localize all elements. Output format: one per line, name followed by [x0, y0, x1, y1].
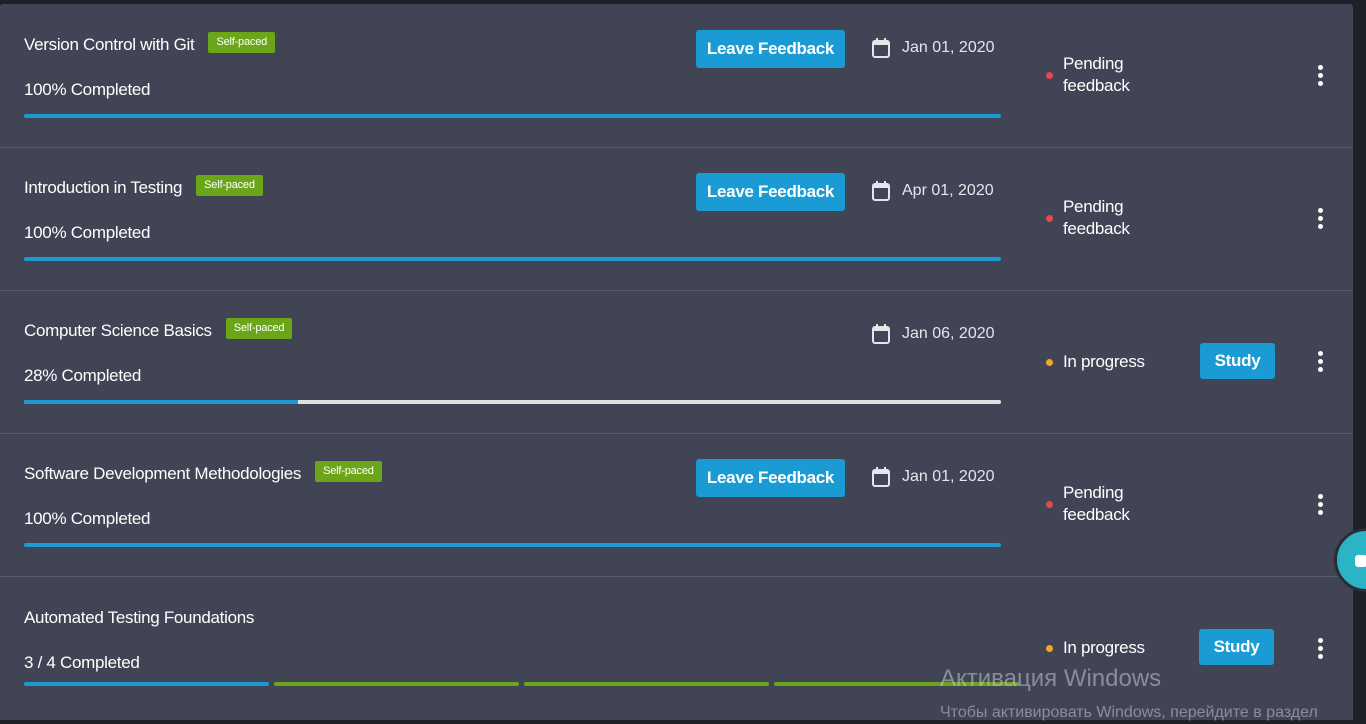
more-vertical-icon[interactable] — [1310, 633, 1330, 663]
progress-segment — [774, 682, 1019, 686]
calendar-icon — [872, 38, 890, 58]
progress-bar — [24, 400, 1001, 404]
date-text: Apr 01, 2020 — [902, 182, 994, 199]
progress-bar — [24, 114, 1001, 118]
segmented-progress-bar — [24, 682, 1024, 687]
date-text: Jan 06, 2020 — [902, 325, 995, 342]
leave-feedback-button[interactable]: Leave Feedback — [696, 30, 845, 68]
status-line: feedback — [1063, 505, 1130, 524]
progress-segment — [24, 682, 269, 686]
more-vertical-icon[interactable] — [1310, 203, 1330, 233]
course-title-line: Version Control with Git Self-paced — [24, 32, 276, 55]
course-date: Jan 01, 2020 — [872, 467, 995, 487]
course-row: Introduction in Testing Self-paced 100% … — [0, 147, 1353, 291]
self-paced-badge: Self-paced — [315, 461, 382, 482]
more-vertical-icon[interactable] — [1310, 60, 1330, 90]
status-dot — [1046, 500, 1053, 508]
course-date: Jan 01, 2020 — [872, 38, 995, 58]
course-date: Jan 06, 2020 — [872, 324, 995, 344]
course-date: Apr 01, 2020 — [872, 181, 994, 201]
progress-text: 100% Completed — [24, 509, 151, 528]
more-vertical-icon[interactable] — [1310, 346, 1330, 376]
status-line: feedback — [1063, 76, 1130, 95]
course-title[interactable]: Software Development Methodologies — [24, 464, 301, 484]
course-status: In progress — [1046, 637, 1145, 659]
progress-bar — [24, 543, 1001, 547]
course-list: Version Control with Git Self-paced 100%… — [0, 4, 1353, 720]
course-title[interactable]: Automated Testing Foundations — [24, 608, 254, 628]
date-text: Jan 01, 2020 — [902, 468, 995, 485]
status-line: Pending — [1063, 483, 1124, 502]
course-status: Pending feedback — [1046, 196, 1130, 240]
study-button[interactable]: Study — [1199, 629, 1274, 665]
status-dot — [1046, 214, 1053, 222]
status-line: Pending — [1063, 197, 1124, 216]
course-title[interactable]: Version Control with Git — [24, 35, 195, 55]
progress-segment — [274, 682, 519, 686]
course-row: Software Development Methodologies Self-… — [0, 433, 1353, 577]
status-line: In progress — [1063, 638, 1145, 657]
course-title-line: Automated Testing Foundations — [24, 608, 254, 628]
progress-text: 28% Completed — [24, 366, 142, 385]
progress-bar-fill — [24, 400, 298, 404]
status-dot — [1046, 71, 1053, 79]
course-title[interactable]: Introduction in Testing — [24, 178, 182, 198]
self-paced-badge: Self-paced — [225, 318, 293, 339]
calendar-icon — [872, 467, 890, 487]
self-paced-badge: Self-paced — [208, 32, 276, 53]
leave-feedback-button[interactable]: Leave Feedback — [696, 173, 845, 211]
progress-text: 3 / 4 Completed — [24, 653, 140, 672]
status-dot — [1046, 644, 1053, 652]
calendar-icon — [872, 324, 890, 344]
more-vertical-icon[interactable] — [1310, 489, 1330, 519]
progress-text: 100% Completed — [24, 80, 151, 99]
course-title-line: Software Development Methodologies Self-… — [24, 461, 382, 484]
date-text: Jan 01, 2020 — [902, 39, 995, 56]
study-button[interactable]: Study — [1200, 343, 1275, 379]
status-line: Pending — [1063, 54, 1124, 73]
leave-feedback-button[interactable]: Leave Feedback — [696, 459, 845, 497]
status-line: In progress — [1063, 352, 1145, 371]
course-status: Pending feedback — [1046, 53, 1130, 97]
course-row: Computer Science Basics Self-paced 28% C… — [0, 290, 1353, 434]
course-status: In progress — [1046, 351, 1145, 373]
course-title-line: Introduction in Testing Self-paced — [24, 175, 263, 198]
progress-bar — [24, 257, 1001, 261]
progress-text: 100% Completed — [24, 223, 151, 242]
status-dot — [1046, 358, 1053, 366]
progress-segment — [524, 682, 769, 686]
course-title[interactable]: Computer Science Basics — [24, 321, 212, 341]
course-row: Automated Testing Foundations 3 / 4 Comp… — [0, 576, 1353, 719]
progress-bar-fill — [24, 257, 1001, 261]
calendar-icon — [872, 181, 890, 201]
status-line: feedback — [1063, 219, 1130, 238]
course-row: Version Control with Git Self-paced 100%… — [0, 4, 1353, 148]
course-status: Pending feedback — [1046, 482, 1130, 526]
progress-bar-fill — [24, 543, 1001, 547]
self-paced-badge: Self-paced — [196, 175, 263, 196]
course-title-line: Computer Science Basics Self-paced — [24, 318, 293, 341]
progress-bar-fill — [24, 114, 1001, 118]
